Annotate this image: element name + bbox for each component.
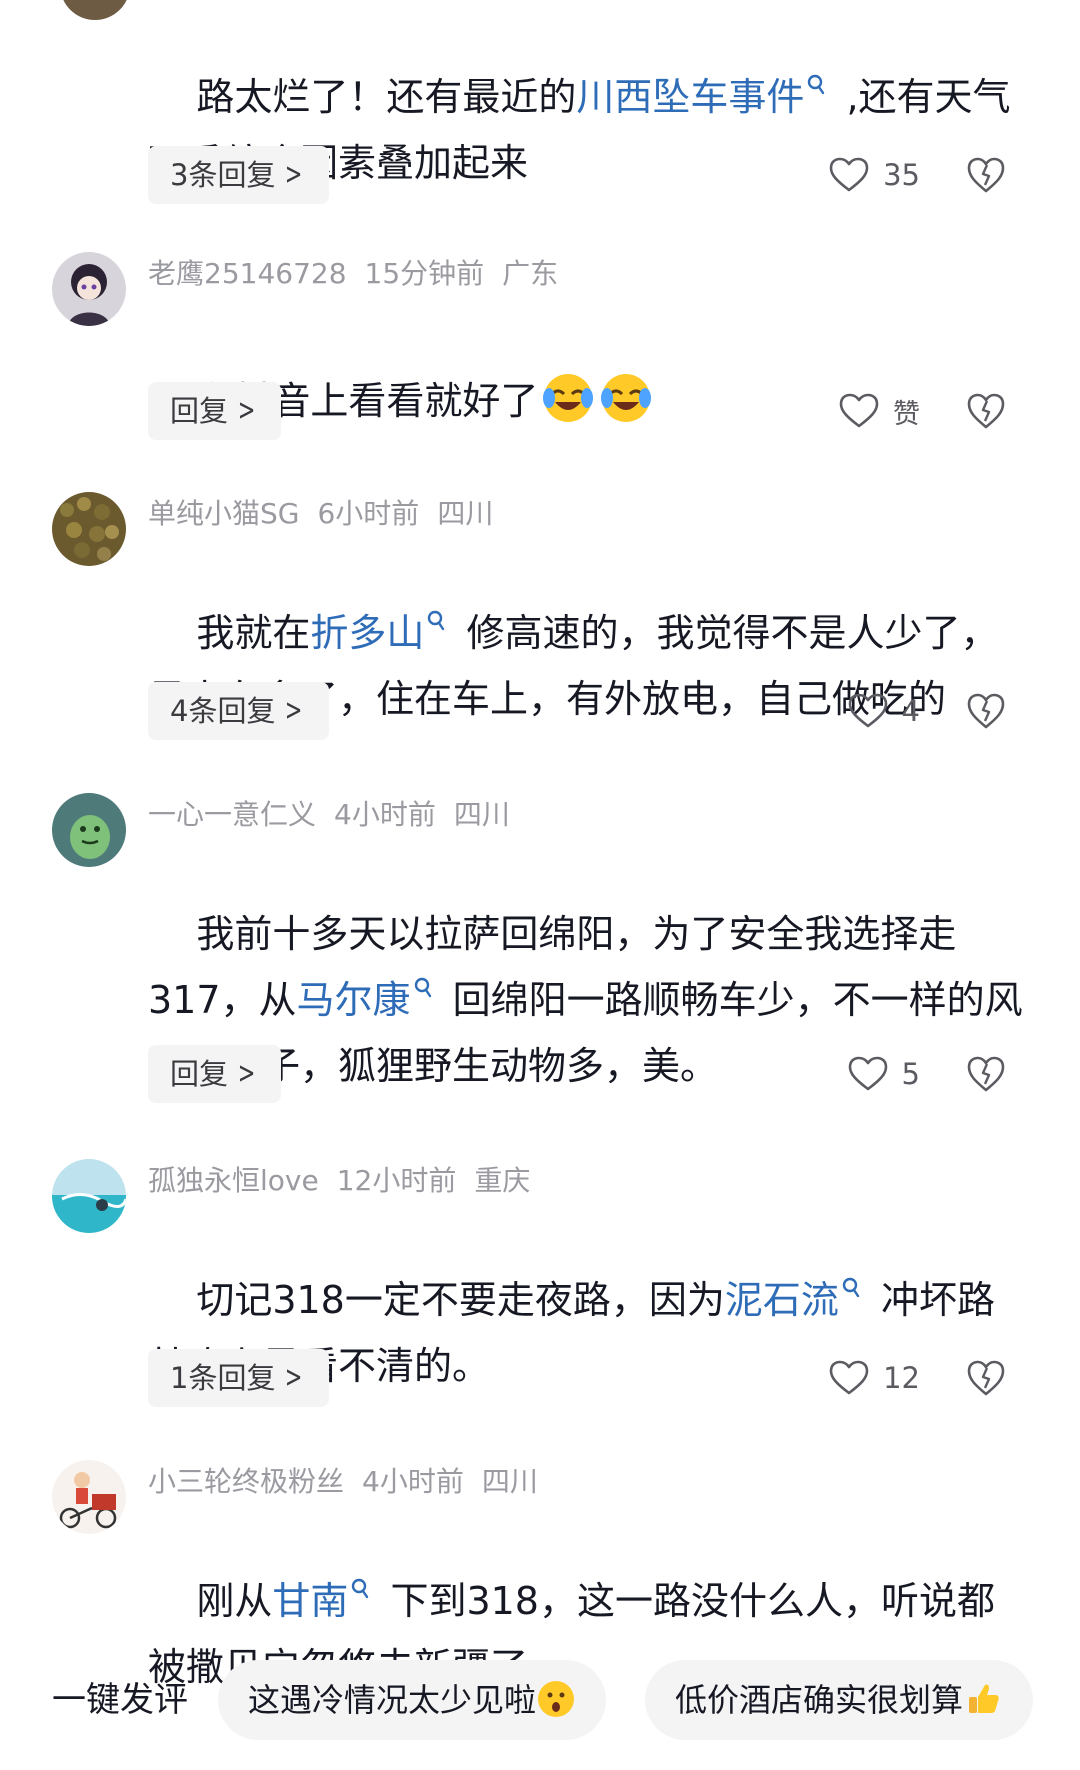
comment-text: 路太烂了！还有最近的川西坠车事件 ,还有天气雨季综合因素叠加起来 xyxy=(148,0,1028,262)
reply-label: 3条回复 xyxy=(170,158,276,192)
dislike-icon[interactable] xyxy=(966,1054,1006,1094)
chevron-right-icon: > xyxy=(285,1360,303,1395)
heart-icon xyxy=(848,1056,887,1091)
heart-icon xyxy=(848,693,887,728)
username[interactable]: 孤独永恒love xyxy=(148,1164,319,1197)
comment-meta: 小三轮终极粉丝 4小时前 四川 xyxy=(148,1462,556,1502)
comment-text: 我就在折多山 修高速的，我觉得不是人少了，是电车多了，住在车上，有外放电，自己做… xyxy=(148,534,1028,798)
reply-label: 4条回复 xyxy=(170,694,276,728)
reply-label: 1条回复 xyxy=(170,1361,276,1395)
location: 四川 xyxy=(453,798,510,831)
search-icon xyxy=(352,1579,369,1599)
timestamp: 6小时前 xyxy=(317,497,420,530)
like-count: 35 xyxy=(883,158,920,192)
search-icon xyxy=(414,978,431,998)
like-button[interactable]: 赞 xyxy=(839,382,920,440)
heart-icon xyxy=(829,157,869,192)
like-count: 4 xyxy=(901,694,920,728)
heart-icon xyxy=(839,393,879,428)
comment-text: 切记318一定不要走夜路，因为泥石流 冲坏路基晚上是看不清的。 xyxy=(148,1201,1028,1465)
location: 重庆 xyxy=(474,1164,531,1197)
location: 四川 xyxy=(481,1465,538,1498)
chevron-right-icon: > xyxy=(285,693,303,728)
laughing-crying-emoji-icon xyxy=(601,374,652,422)
like-button[interactable]: 5 xyxy=(848,1045,920,1103)
timestamp: 4小时前 xyxy=(334,798,436,831)
like-count: 12 xyxy=(883,1361,920,1395)
dislike-icon[interactable] xyxy=(966,691,1006,731)
comment-text-part: 切记318一定不要走夜路，因为 xyxy=(196,1278,725,1322)
comment-meta: 孤独永恒love 12小时前 重庆 xyxy=(148,1161,548,1201)
comment-text-part: 刚从 xyxy=(196,1579,273,1623)
comment-text-part: 我就在 xyxy=(196,611,311,655)
timestamp: 12小时前 xyxy=(336,1164,457,1197)
username[interactable]: 单纯小猫SG xyxy=(148,497,299,530)
chevron-right-icon: > xyxy=(237,393,256,428)
search-keyword-link[interactable]: 川西坠车事件 xyxy=(576,75,804,119)
username[interactable]: 一心一意仁义 xyxy=(148,798,316,831)
reply-label: 回复 xyxy=(170,1057,229,1091)
like-button[interactable]: 35 xyxy=(829,146,920,204)
search-keyword-link[interactable]: 折多山 xyxy=(310,611,424,655)
reply-label: 回复 xyxy=(170,394,229,428)
search-keyword-link[interactable]: 甘南 xyxy=(272,1579,348,1623)
comment-text: 我前十多天以拉萨回绵阳，为了安全我选择走317，从马尔康 回绵阳一路顺畅车少，不… xyxy=(148,835,1028,1165)
laughing-crying-emoji-icon xyxy=(543,374,594,422)
like-button[interactable]: 4 xyxy=(848,682,920,740)
timestamp: 4小时前 xyxy=(362,1465,464,1498)
heart-icon xyxy=(829,1360,869,1395)
avatar[interactable] xyxy=(52,492,126,566)
view-replies-button[interactable]: 3条回复 > xyxy=(148,146,329,204)
view-replies-button[interactable]: 1条回复 > xyxy=(148,1349,329,1407)
avatar[interactable] xyxy=(52,1159,126,1233)
quick-comment-chip[interactable]: 低价酒店确实很划算 xyxy=(645,1660,1034,1740)
timestamp: 15分钟前 xyxy=(364,257,485,290)
reply-button[interactable]: 回复 > xyxy=(148,382,282,440)
location: 四川 xyxy=(437,497,494,530)
username[interactable]: 小三轮终极粉丝 xyxy=(148,1465,344,1498)
username[interactable]: 老鹰25146728 xyxy=(148,257,347,290)
like-button[interactable]: 12 xyxy=(829,1349,920,1407)
reply-button[interactable]: 回复 > xyxy=(148,1045,282,1103)
view-replies-button[interactable]: 4条回复 > xyxy=(148,682,329,740)
quick-comment-chip[interactable]: 这遇冷情况太少见啦 xyxy=(218,1660,607,1740)
like-count: 5 xyxy=(901,1057,920,1091)
comment-text-part: 路太烂了！还有最近的 xyxy=(196,75,577,119)
surprised-emoji-icon xyxy=(538,1681,575,1717)
dislike-icon[interactable] xyxy=(966,155,1006,195)
dislike-icon[interactable] xyxy=(966,391,1006,431)
avatar[interactable] xyxy=(60,0,130,20)
dislike-icon[interactable] xyxy=(966,1358,1006,1398)
chevron-right-icon: > xyxy=(285,157,303,192)
one-tap-comment-label: 一键发评 xyxy=(52,1680,188,1720)
chip-text: 这遇冷情况太少见啦 xyxy=(248,1681,537,1719)
avatar[interactable] xyxy=(52,793,126,867)
chevron-right-icon: > xyxy=(237,1056,256,1091)
comment-meta: 一心一意仁义 4小时前 四川 xyxy=(148,795,528,835)
quick-comment-bar: 一键发评 这遇冷情况太少见啦 低价酒店确实很划算 xyxy=(0,1650,1080,1750)
comment-meta: 单纯小猫SG 6小时前 四川 xyxy=(148,494,511,534)
search-keyword-link[interactable]: 马尔康 xyxy=(297,978,411,1022)
avatar[interactable] xyxy=(52,252,126,326)
chip-text: 低价酒店确实很划算 xyxy=(675,1681,964,1719)
location: 广东 xyxy=(502,257,559,290)
like-count: 赞 xyxy=(893,398,920,430)
search-icon xyxy=(808,75,825,95)
search-icon xyxy=(428,611,445,631)
search-icon xyxy=(842,1278,860,1298)
avatar[interactable] xyxy=(52,1460,126,1534)
thumbs-up-emoji-icon xyxy=(969,1684,999,1713)
search-keyword-link[interactable]: 泥石流 xyxy=(725,1278,839,1322)
comment-meta: 老鹰25146728 15分钟前 广东 xyxy=(148,254,576,294)
